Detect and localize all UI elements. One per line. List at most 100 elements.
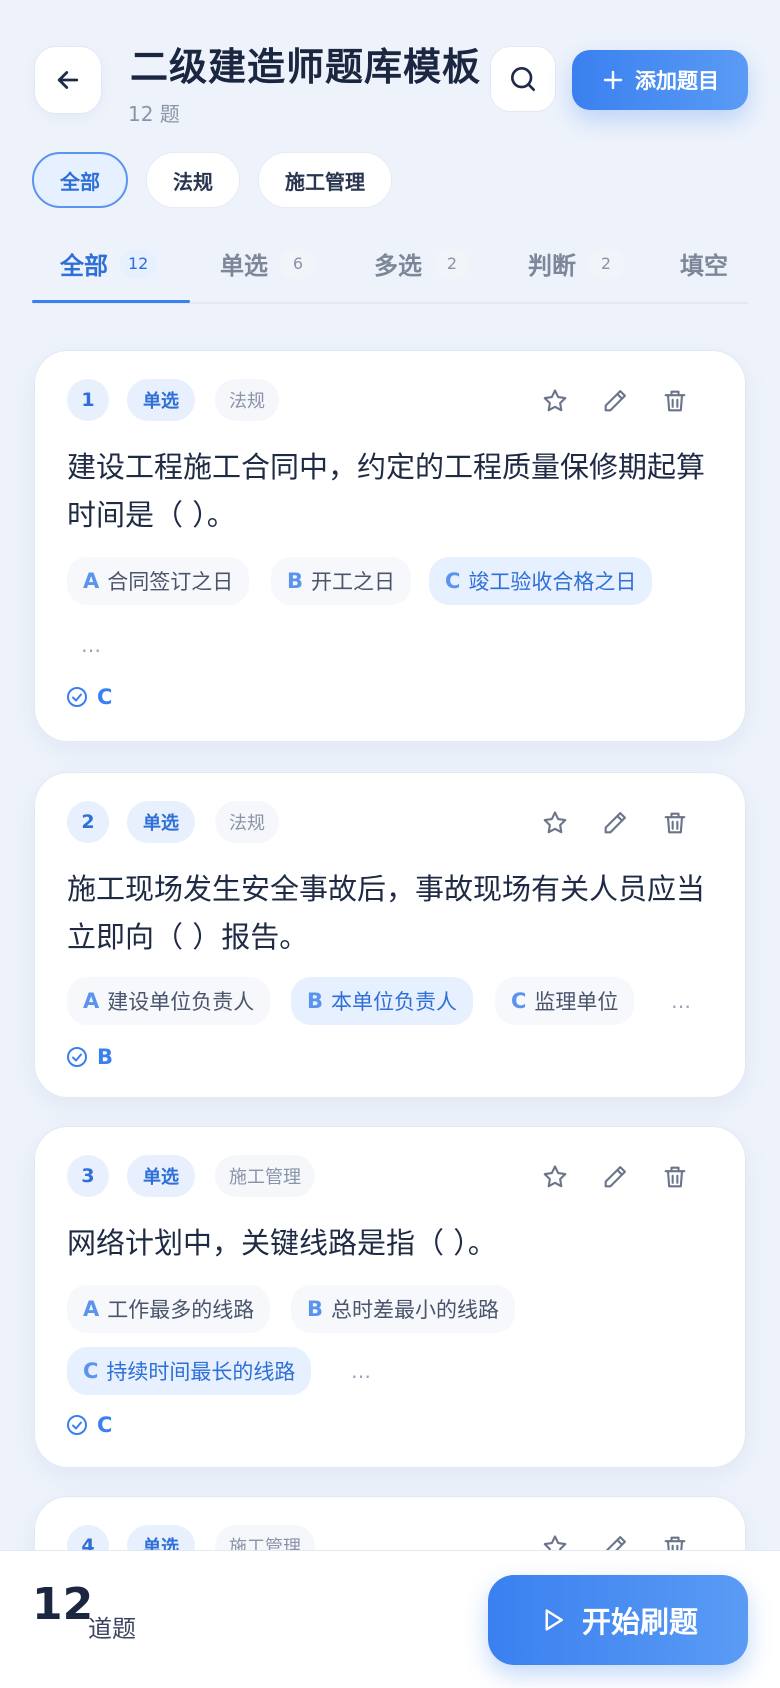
- question-type-badge: 单选: [127, 379, 195, 421]
- question-category-badge: 法规: [215, 801, 279, 843]
- option-c-correct: C 持续时间最长的线路: [67, 1347, 312, 1395]
- favorite-button[interactable]: [535, 803, 575, 843]
- option-letter: C: [511, 989, 527, 1013]
- correct-answer: B: [65, 1045, 113, 1069]
- answer-letter: C: [97, 1413, 113, 1437]
- tab-fill-blank[interactable]: 填空: [680, 246, 728, 281]
- tab-multiple-choice[interactable]: 多选 2: [374, 246, 470, 281]
- option-letter: C: [83, 1359, 99, 1383]
- question-type-tabs: 全部 12 单选 6 多选 2 判断 2 填空: [32, 234, 748, 304]
- edit-button[interactable]: [595, 1157, 635, 1197]
- total-question-unit: 道题: [88, 1615, 136, 1643]
- option-text: 竣工验收合格之日: [468, 570, 637, 594]
- tab-count: 12: [120, 248, 157, 279]
- pencil-icon: [604, 812, 626, 834]
- active-tab-indicator: [32, 300, 190, 303]
- option-text: 本单位负责人: [331, 990, 458, 1014]
- question-category-badge: 法规: [215, 379, 279, 421]
- tab-label: 多选: [374, 252, 422, 280]
- star-icon: [543, 811, 567, 834]
- tab-label: 判断: [528, 252, 576, 280]
- tab-count: 2: [434, 248, 470, 279]
- question-category-badge: 施工管理: [215, 1155, 315, 1197]
- back-button[interactable]: [34, 46, 102, 114]
- filter-chip-all[interactable]: 全部: [32, 152, 128, 208]
- tab-label: 全部: [60, 252, 108, 280]
- option-c: C 监理单位: [495, 977, 635, 1025]
- more-options-ellipsis: …: [671, 989, 691, 1013]
- option-text: 持续时间最长的线路: [106, 1360, 296, 1384]
- filter-chip-regulations[interactable]: 法规: [146, 152, 240, 208]
- add-question-label: 添加题目: [635, 69, 719, 93]
- correct-answer: C: [65, 685, 112, 709]
- star-icon: [543, 1165, 567, 1188]
- pencil-icon: [604, 390, 626, 412]
- question-number: 1: [67, 379, 109, 421]
- check-circle-icon: [67, 1415, 87, 1435]
- option-text: 开工之日: [311, 570, 396, 594]
- option-letter: C: [445, 569, 461, 593]
- tab-true-false[interactable]: 判断 2: [528, 246, 624, 281]
- question-text: 建设工程施工合同中，约定的工程质量保修期起算时间是（ ）。: [67, 450, 706, 532]
- total-question-count: 12: [32, 1579, 94, 1630]
- question-card[interactable]: 2 单选 法规 施工现场发生安全事故后，事故现场有关人员应当立即向（ ）报告。 …: [34, 772, 746, 1098]
- option-a: A 工作最多的线路: [67, 1285, 271, 1333]
- filter-chip-construction-management[interactable]: 施工管理: [258, 152, 392, 208]
- trash-icon: [664, 1166, 686, 1188]
- check-circle-icon: [67, 1047, 87, 1067]
- option-text: 总时差最小的线路: [331, 1298, 500, 1322]
- favorite-button[interactable]: [535, 1157, 575, 1197]
- option-c-correct: C 竣工验收合格之日: [429, 557, 653, 605]
- trash-icon: [664, 390, 686, 412]
- arrow-left-icon: [57, 71, 79, 89]
- search-icon: [510, 67, 535, 91]
- tab-count: 6: [280, 248, 316, 279]
- question-number: 3: [67, 1155, 109, 1197]
- more-options-ellipsis: …: [351, 1359, 371, 1383]
- tab-single-choice[interactable]: 单选 6: [220, 246, 316, 281]
- tab-label: 单选: [220, 252, 268, 280]
- option-text: 工作最多的线路: [107, 1298, 255, 1322]
- category-filter: 全部 法规 施工管理: [32, 152, 392, 208]
- tab-all[interactable]: 全部 12: [60, 246, 157, 281]
- option-letter: A: [83, 989, 100, 1013]
- option-letter: A: [83, 569, 100, 593]
- option-b: B 总时差最小的线路: [291, 1285, 516, 1333]
- delete-button[interactable]: [655, 381, 695, 421]
- pencil-icon: [604, 1166, 626, 1188]
- trash-icon: [664, 812, 686, 834]
- play-icon: [545, 1609, 563, 1631]
- edit-button[interactable]: [595, 803, 635, 843]
- question-card[interactable]: 1 单选 法规 建设工程施工合同中，约定的工程质量保修期起算时间是（ ）。 A …: [34, 350, 746, 742]
- option-letter: B: [307, 1297, 324, 1321]
- start-practice-button[interactable]: 开始刷题: [488, 1575, 748, 1665]
- option-text: 建设单位负责人: [107, 990, 255, 1014]
- option-b-correct: B 本单位负责人: [291, 977, 474, 1025]
- question-text: 施工现场发生安全事故后，事故现场有关人员应当立即向（ ）报告。: [67, 872, 706, 954]
- question-card[interactable]: 3 单选 施工管理 网络计划中，关键线路是指（ ）。 A 工作最多的线路 B 总…: [34, 1126, 746, 1468]
- correct-answer: C: [65, 1413, 112, 1437]
- page-title: 二级建造师题库模板: [130, 45, 482, 89]
- tab-count: 2: [588, 248, 624, 279]
- add-question-button[interactable]: 添加题目: [572, 50, 748, 110]
- bottom-action-bar: 12 道题 开始刷题: [0, 1550, 780, 1688]
- option-text: 监理单位: [534, 990, 619, 1014]
- question-count-subtitle: 12 题: [128, 102, 180, 126]
- option-b: B 开工之日: [271, 557, 412, 605]
- start-practice-label: 开始刷题: [581, 1605, 698, 1639]
- option-a: A 建设单位负责人: [67, 977, 271, 1025]
- question-type-badge: 单选: [127, 801, 195, 843]
- option-a: A 合同签订之日: [67, 557, 250, 605]
- delete-button[interactable]: [655, 1157, 695, 1197]
- option-letter: A: [83, 1297, 100, 1321]
- question-number: 2: [67, 801, 109, 843]
- header: 二级建造师题库模板 12 题 添加题目: [0, 0, 780, 140]
- option-text: 合同签订之日: [107, 570, 234, 594]
- edit-button[interactable]: [595, 381, 635, 421]
- delete-button[interactable]: [655, 803, 695, 843]
- answer-letter: C: [97, 685, 113, 709]
- check-circle-icon: [67, 687, 87, 707]
- answer-letter: B: [97, 1045, 114, 1069]
- search-button[interactable]: [490, 46, 556, 112]
- favorite-button[interactable]: [535, 381, 575, 421]
